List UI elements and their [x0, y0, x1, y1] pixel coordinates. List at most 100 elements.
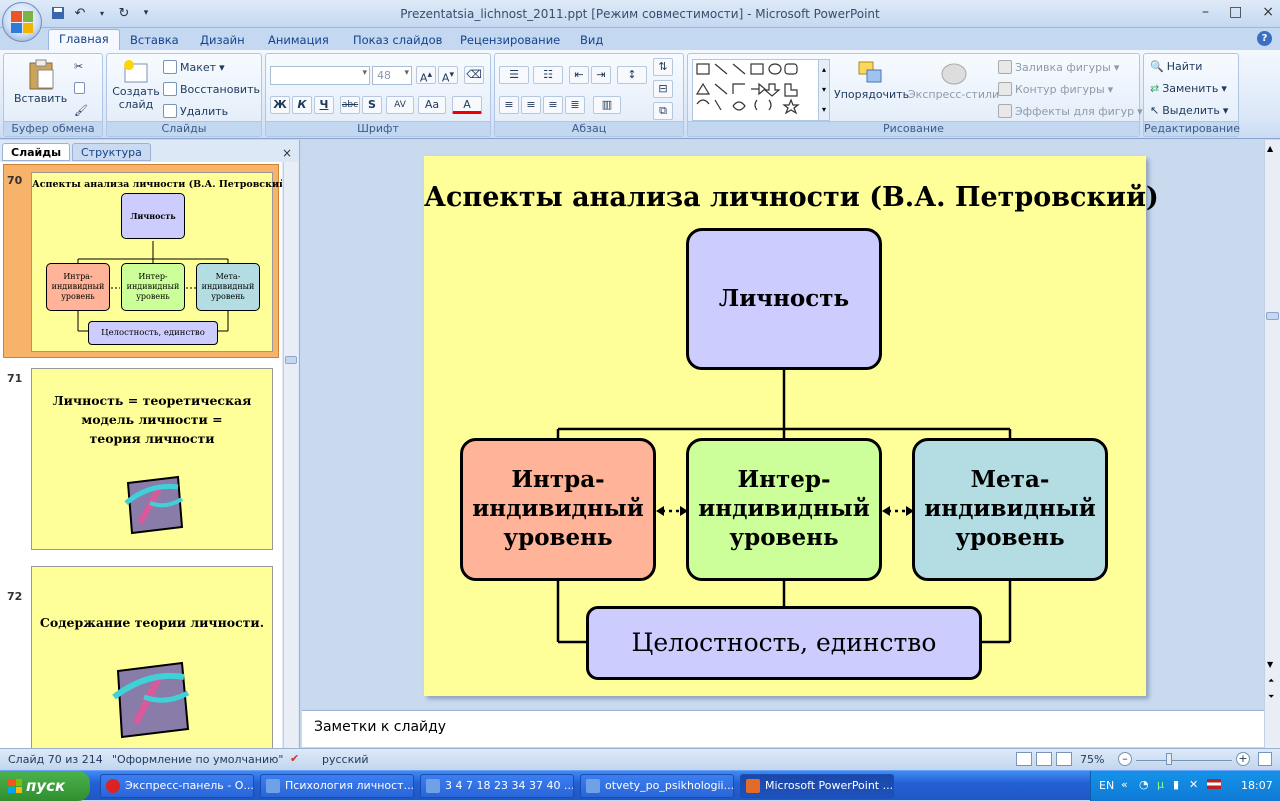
- zoom-in-icon[interactable]: +: [1236, 752, 1250, 766]
- integrity-box[interactable]: Целостность, единство: [586, 606, 982, 680]
- meta-level-box[interactable]: Мета-индивидный уровень: [912, 438, 1108, 581]
- thumbnails-scrollbar[interactable]: [283, 162, 298, 748]
- next-slide-icon[interactable]: ⏷: [1268, 692, 1274, 702]
- taskbar-item-word3[interactable]: otvety_po_psikhologii...: [580, 774, 734, 798]
- font-name-box[interactable]: ▾: [270, 66, 370, 85]
- shape-fill-button[interactable]: Заливка фигуры ▾: [998, 60, 1119, 74]
- prev-slide-icon[interactable]: ⏶: [1268, 676, 1274, 686]
- shapes-gallery[interactable]: [692, 59, 820, 121]
- fit-to-window-icon[interactable]: [1258, 752, 1272, 766]
- columns-icon[interactable]: ▥: [593, 96, 621, 114]
- char-spacing-button[interactable]: AV: [386, 96, 414, 114]
- select-button[interactable]: ↖ Выделить ▾: [1150, 104, 1228, 117]
- thumbnail-list[interactable]: 70 Аспекты анализа личности (В.А. Петров…: [0, 162, 282, 748]
- close-button[interactable]: ×: [1262, 4, 1274, 20]
- signal-icon[interactable]: ▮: [1173, 778, 1179, 791]
- font-size-box[interactable]: 48 ▾: [372, 66, 412, 85]
- tab-design[interactable]: Дизайн: [190, 31, 255, 50]
- network-icon[interactable]: ◔: [1139, 778, 1149, 791]
- security-icon[interactable]: ✕: [1189, 778, 1198, 791]
- current-slide[interactable]: Аспекты анализа личности (В.А. Петровски…: [424, 156, 1159, 696]
- zoom-level[interactable]: 75%: [1080, 753, 1104, 766]
- align-center-icon[interactable]: ≡: [521, 96, 541, 114]
- change-case-button[interactable]: Aa: [418, 96, 446, 114]
- inter-level-box[interactable]: Интер-индивидный уровень: [686, 438, 882, 581]
- bold-button[interactable]: Ж: [270, 96, 290, 114]
- zoom-out-icon[interactable]: –: [1118, 752, 1132, 766]
- slideshow-view-icon[interactable]: [1056, 752, 1072, 766]
- taskbar-item-powerpoint[interactable]: Microsoft PowerPoint ...: [740, 774, 894, 798]
- align-text-icon[interactable]: ⊟: [653, 80, 673, 98]
- tab-view[interactable]: Вид: [570, 31, 613, 50]
- line-spacing-icon[interactable]: ↕: [617, 66, 647, 84]
- zoom-slider[interactable]: [1136, 760, 1232, 761]
- slide-thumbnail-70[interactable]: Аспекты анализа личности (В.А. Петровски…: [31, 172, 282, 352]
- format-painter-icon[interactable]: 🖌: [74, 104, 88, 117]
- shrink-font-icon[interactable]: A▾: [438, 66, 458, 85]
- normal-view-icon[interactable]: [1016, 752, 1032, 766]
- justify-icon[interactable]: ≣: [565, 96, 585, 114]
- decrease-indent-icon[interactable]: ⇤: [569, 66, 589, 84]
- copy-icon[interactable]: [74, 82, 85, 94]
- slide-thumbnail-72[interactable]: Содержание теории личности.: [31, 566, 273, 748]
- clock[interactable]: 18:07: [1241, 779, 1273, 792]
- text-direction-icon[interactable]: ⇅: [653, 58, 673, 76]
- spellcheck-icon[interactable]: ✔: [290, 752, 299, 765]
- slide-sorter-icon[interactable]: [1036, 752, 1052, 766]
- numbering-icon[interactable]: ☷: [533, 66, 563, 84]
- paste-button[interactable]: Вставить: [14, 58, 67, 105]
- close-panel-icon[interactable]: ×: [282, 146, 292, 160]
- tab-slideshow[interactable]: Показ слайдов: [343, 31, 452, 50]
- replace-button[interactable]: ⇄ Заменить ▾: [1150, 82, 1227, 95]
- slide-scrollbar[interactable]: ▲ ▼ ⏶ ⏷: [1264, 140, 1280, 748]
- font-color-button[interactable]: A: [452, 96, 482, 114]
- slide-thumbnail-71[interactable]: Личность = теоретическая модель личности…: [31, 368, 273, 550]
- scroll-thumb[interactable]: [285, 356, 297, 364]
- cut-icon[interactable]: ✂: [74, 60, 83, 73]
- utorrent-icon[interactable]: µ: [1157, 778, 1164, 791]
- tab-home[interactable]: Главная: [48, 29, 120, 51]
- maximize-button[interactable]: □: [1229, 4, 1242, 20]
- bullets-icon[interactable]: ☰: [499, 66, 529, 84]
- flag-icon[interactable]: [1207, 779, 1221, 789]
- taskbar-item-opera[interactable]: Экспресс-панель - О...: [100, 774, 254, 798]
- lichnost-box[interactable]: Личность: [686, 228, 882, 370]
- new-slide-button[interactable]: Создать слайд: [112, 60, 160, 111]
- office-button[interactable]: [2, 2, 42, 42]
- tab-outline[interactable]: Структура: [72, 143, 151, 161]
- notes-pane[interactable]: Заметки к слайду: [302, 710, 1264, 747]
- shapes-scroll[interactable]: ▴ ▾ ▾: [818, 59, 830, 121]
- minimize-button[interactable]: –: [1202, 4, 1209, 20]
- grow-font-icon[interactable]: A▴: [416, 66, 436, 85]
- taskbar-item-word1[interactable]: Психология личност...: [260, 774, 414, 798]
- underline-button[interactable]: Ч: [314, 96, 334, 114]
- scroll-up-icon[interactable]: ▲: [1267, 144, 1273, 153]
- layout-button[interactable]: Макет ▾: [163, 60, 225, 74]
- tab-animation[interactable]: Анимация: [258, 31, 339, 50]
- help-icon[interactable]: ?: [1257, 31, 1272, 46]
- start-button[interactable]: пуск: [0, 771, 90, 801]
- shadow-button[interactable]: S: [362, 96, 382, 114]
- smartart-icon[interactable]: ⧉: [653, 102, 673, 120]
- delete-slide-button[interactable]: Удалить: [163, 104, 228, 118]
- align-left-icon[interactable]: ≡: [499, 96, 519, 114]
- quick-styles-button[interactable]: Экспресс-стили: [908, 60, 999, 101]
- language-indicator[interactable]: EN: [1099, 779, 1114, 792]
- tray-hide-icon[interactable]: «: [1121, 778, 1128, 791]
- scroll-down-icon[interactable]: ▼: [1267, 660, 1273, 669]
- intra-level-box[interactable]: Интра-индивидный уровень: [460, 438, 656, 581]
- find-button[interactable]: 🔍 Найти: [1150, 60, 1202, 73]
- clear-format-icon[interactable]: ⌫: [464, 66, 484, 84]
- arrange-button[interactable]: Упорядочить: [834, 60, 909, 101]
- tab-review[interactable]: Рецензирование: [450, 31, 570, 50]
- increase-indent-icon[interactable]: ⇥: [591, 66, 611, 84]
- scroll-thumb[interactable]: [1266, 312, 1279, 320]
- shape-effects-button[interactable]: Эффекты для фигур ▾: [998, 104, 1143, 118]
- language-indicator[interactable]: русский: [322, 753, 369, 766]
- tab-insert[interactable]: Вставка: [120, 31, 189, 50]
- reset-button[interactable]: Восстановить: [163, 82, 260, 96]
- zoom-slider-thumb[interactable]: [1166, 753, 1172, 765]
- strikethrough-button[interactable]: abc: [340, 96, 360, 114]
- italic-button[interactable]: К: [292, 96, 312, 114]
- tab-slides[interactable]: Слайды: [2, 143, 71, 161]
